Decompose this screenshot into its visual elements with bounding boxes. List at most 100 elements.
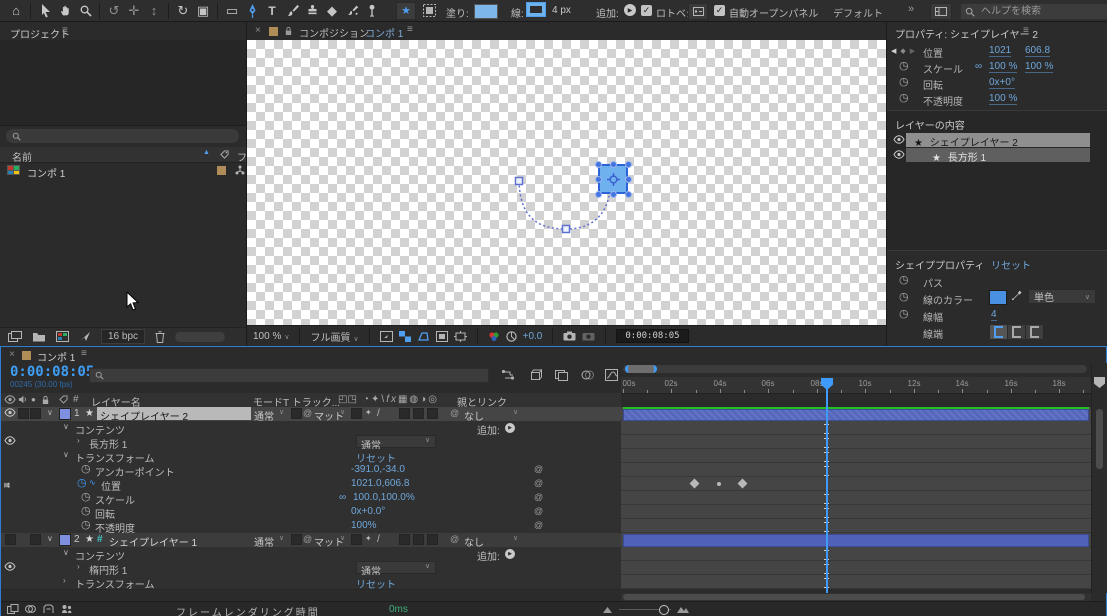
eyedropper-icon[interactable]: [1011, 290, 1022, 302]
sort-ascending-icon[interactable]: ▲: [203, 149, 210, 156]
collapsed-arrow-icon[interactable]: ›: [77, 436, 80, 445]
next-keyframe-icon[interactable]: ▶: [4, 481, 10, 489]
property-row[interactable]: ◷ スケール ∞ 100.0,100.0% @: [1, 491, 621, 506]
layer-row[interactable]: ∨ 1 ★ シェイプレイヤー 2 通常 ∨ @ マット ∨ ✦ / @ なし ∨: [1, 407, 621, 422]
quality-icon[interactable]: /: [377, 408, 380, 419]
eye-icon[interactable]: [4, 436, 16, 445]
roto-bezier-checkbox[interactable]: ✓: [641, 5, 652, 16]
stopwatch-icon[interactable]: ◷: [899, 309, 909, 319]
reset-link[interactable]: リセット: [356, 576, 396, 591]
stroke-color-swatch[interactable]: [989, 290, 1007, 305]
channels-icon[interactable]: [488, 331, 500, 342]
snapshot-camera-icon[interactable]: [563, 331, 576, 341]
chevron-down-icon[interactable]: ∨: [279, 534, 284, 542]
type-tool-icon[interactable]: T: [262, 2, 282, 20]
timeline-tab-title[interactable]: コンポ 1: [37, 349, 75, 364]
shape-star-button[interactable]: ★: [396, 2, 416, 20]
zoom-level-dropdown[interactable]: 100 %∨: [253, 331, 289, 342]
selection-handle[interactable]: [610, 161, 617, 168]
workspace-selector[interactable]: デフォルト: [833, 5, 883, 20]
collapse-transformations-badge-icon[interactable]: #: [97, 534, 103, 545]
hand-tool-icon[interactable]: [55, 2, 75, 20]
expand-arrow-icon[interactable]: ∨: [63, 548, 69, 557]
selection-handle[interactable]: [595, 176, 602, 183]
viewer-timecode[interactable]: 0:00:08:05: [616, 329, 688, 343]
stroke-fill-type-dropdown[interactable]: 単色∨: [1028, 289, 1096, 304]
shape-blend-mode-dropdown[interactable]: 通常: [356, 435, 436, 448]
property-group-row[interactable]: ∨ コンテンツ 追加: ▶: [1, 421, 621, 436]
stopwatch-icon[interactable]: ◷: [81, 506, 91, 516]
pen-tool-icon[interactable]: [242, 2, 262, 20]
eraser-tool-icon[interactable]: ◆: [322, 2, 342, 20]
switch-well[interactable]: [413, 408, 424, 419]
switch-well[interactable]: [427, 534, 438, 545]
eye-icon[interactable]: [4, 562, 16, 571]
add-play-icon[interactable]: ▶: [624, 4, 636, 16]
new-composition-icon[interactable]: [56, 331, 69, 342]
stopwatch-icon[interactable]: ◷: [899, 292, 909, 302]
switch-well[interactable]: [351, 534, 362, 545]
expand-layer-switches-icon[interactable]: [7, 604, 19, 614]
switch-well[interactable]: [351, 408, 362, 419]
collapse-transformations-icon[interactable]: ✦: [365, 534, 372, 543]
chevron-down-icon[interactable]: ∨: [340, 534, 345, 542]
exposure-icon[interactable]: [506, 331, 517, 342]
timeline-graph-area[interactable]: [621, 407, 1091, 589]
number-column-header[interactable]: #: [73, 394, 79, 405]
transform-group-row[interactable]: › トランスフォーム リセット: [1, 575, 621, 590]
brush-tool-icon[interactable]: [282, 2, 302, 20]
label-column-icon[interactable]: [220, 150, 229, 159]
trash-icon[interactable]: [155, 331, 165, 343]
bit-depth-button[interactable]: 16 bpc: [101, 329, 145, 344]
layer-duration-bar[interactable]: [623, 534, 1089, 547]
pickwhip-icon[interactable]: @: [534, 520, 543, 530]
shape-blend-mode-dropdown[interactable]: 通常: [356, 561, 436, 574]
help-search-box[interactable]: [960, 3, 1107, 20]
pickwhip-icon[interactable]: @: [303, 408, 312, 418]
type-column-header[interactable]: フ: [237, 149, 247, 164]
pickwhip-icon[interactable]: @: [534, 464, 543, 474]
stroke-width-value[interactable]: 4 px: [552, 5, 571, 16]
time-ruler[interactable]: 00s 02s 04s 06s 08s 10s 12s 14s 16s 18s: [621, 377, 1091, 394]
properties-panel-menu-icon[interactable]: ≡: [1023, 25, 1029, 36]
expand-in-out-icon[interactable]: [43, 604, 54, 614]
selection-handle[interactable]: [625, 176, 632, 183]
property-row-animated[interactable]: ◀ ◇ ▶ ◷ ∿ 位置 1021.0,606.8 @: [1, 477, 621, 492]
puppet-pin-tool-icon[interactable]: [362, 2, 382, 20]
property-value[interactable]: 1021.0,606.8: [351, 478, 409, 489]
eye-icon[interactable]: [4, 408, 16, 417]
exposure-value[interactable]: +0.0: [523, 331, 543, 342]
expand-arrow-icon[interactable]: ∨: [63, 450, 69, 459]
eye-icon[interactable]: [893, 135, 905, 144]
stroke-width-value[interactable]: 4: [991, 309, 997, 321]
chevron-down-icon[interactable]: ∨: [513, 534, 518, 542]
property-group-row[interactable]: ∨ コンテンツ 追加: ▶: [1, 547, 621, 562]
resolution-dropdown[interactable]: フル画質∨: [310, 329, 358, 344]
property-row[interactable]: ◷ 回転 0x+0.0° @: [1, 505, 621, 520]
link-icon[interactable]: ∞: [339, 492, 346, 503]
group-label[interactable]: トランスフォーム: [75, 576, 155, 591]
stopwatch-icon[interactable]: ◷: [81, 464, 91, 474]
transparency-grid-icon[interactable]: [399, 331, 411, 342]
eye-toggle-well[interactable]: [5, 534, 16, 545]
new-folder-icon[interactable]: [32, 331, 46, 342]
parent-pickwhip-icon[interactable]: @: [450, 408, 459, 418]
pickwhip-icon[interactable]: @: [534, 506, 543, 516]
stopwatch-icon[interactable]: ◷: [899, 77, 909, 87]
matte-well[interactable]: [291, 534, 302, 545]
chevron-down-icon[interactable]: ∨: [425, 562, 430, 570]
timeline-navigator-handle[interactable]: [625, 365, 657, 373]
selection-tool-icon[interactable]: [35, 2, 55, 20]
cap-projecting-button[interactable]: [1025, 324, 1044, 340]
shape-group-row[interactable]: › 長方形 1 通常 ∨: [1, 435, 621, 450]
scale-y-value[interactable]: 100 %: [1025, 61, 1053, 73]
roto-brush-tool-icon[interactable]: [342, 2, 362, 20]
add-play-icon[interactable]: ▶: [505, 549, 515, 559]
timeline-zoom-slider-knob[interactable]: [659, 605, 669, 615]
composition-canvas[interactable]: [247, 40, 886, 325]
property-value[interactable]: 0x+0.0°: [351, 506, 385, 517]
position-y-value[interactable]: 606.8: [1025, 45, 1050, 57]
auto-open-panels-checkbox[interactable]: ✓: [714, 5, 725, 16]
zoom-tool-icon[interactable]: [75, 2, 95, 20]
horizontal-scrollbar-thumb[interactable]: [623, 594, 1085, 600]
